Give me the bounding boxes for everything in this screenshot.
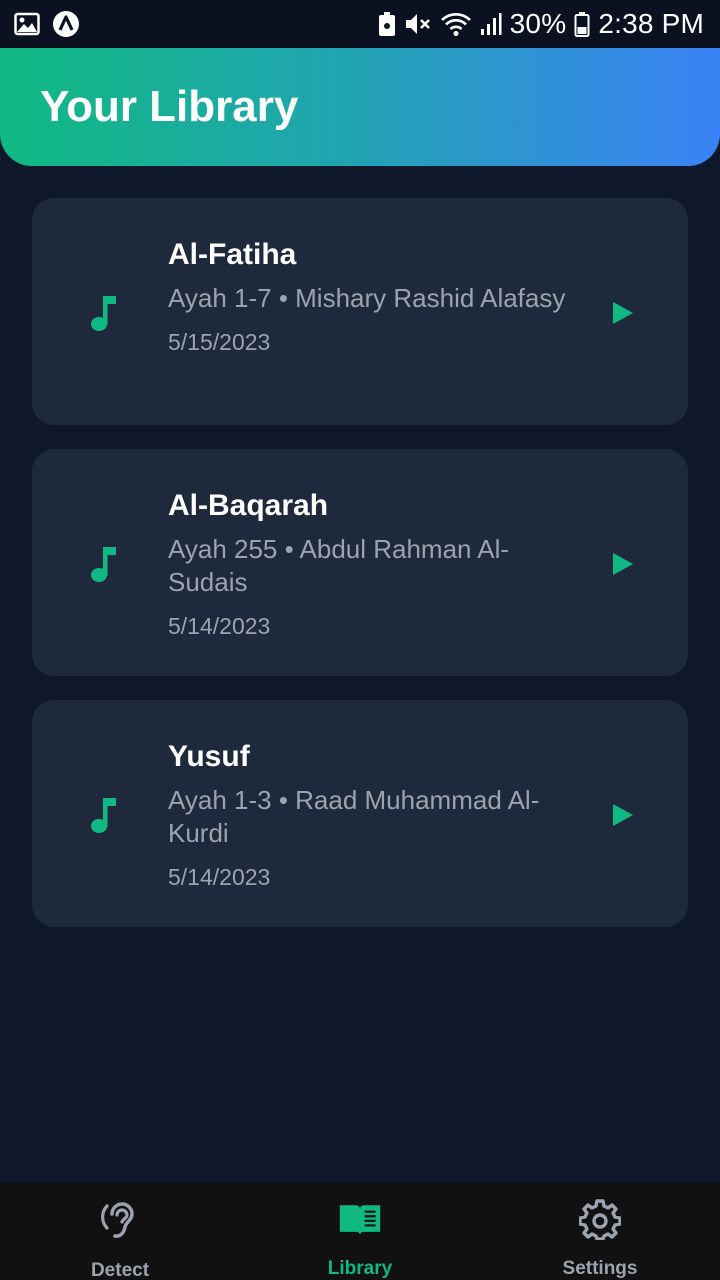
library-item[interactable]: Al-Fatiha Ayah 1-7 • Mishary Rashid Alaf… — [32, 198, 688, 425]
library-item-info: Yusuf Ayah 1-3 • Raad Muhammad Al-Kurdi … — [168, 738, 568, 892]
music-note-icon — [90, 795, 120, 835]
library-list: Al-Fatiha Ayah 1-7 • Mishary Rashid Alaf… — [32, 198, 688, 951]
book-icon — [338, 1198, 382, 1240]
bottom-nav: Detect Library Settings — [0, 1182, 720, 1280]
library-item-subtitle: Ayah 255 • Abdul Rahman Al-Sudais — [168, 534, 510, 597]
nav-label-library: Library — [327, 1258, 393, 1279]
app-a-icon — [52, 10, 80, 38]
library-item-date: 5/15/2023 — [168, 329, 271, 355]
music-note-icon — [90, 544, 120, 584]
library-item-date: 5/14/2023 — [168, 613, 271, 639]
nav-tab-settings[interactable]: Settings — [480, 1182, 720, 1280]
library-item-date: 5/14/2023 — [168, 864, 271, 890]
library-item-title: Al-Fatiha — [168, 238, 297, 271]
library-item[interactable]: Yusuf Ayah 1-3 • Raad Muhammad Al-Kurdi … — [32, 700, 688, 927]
status-bar-left — [14, 10, 80, 38]
status-time: 2:38 PM — [598, 8, 704, 39]
library-item[interactable]: Al-Baqarah Ayah 255 • Abdul Rahman Al-Su… — [32, 449, 688, 676]
image-icon — [14, 12, 40, 36]
page-title: Your Library — [40, 82, 299, 131]
nav-tab-detect[interactable]: Detect — [0, 1182, 240, 1280]
library-item-subtitle: Ayah 1-3 • Raad Muhammad Al-Kurdi — [168, 785, 540, 848]
lock-box-icon — [378, 11, 396, 37]
status-bar: 30% 2:38 PM — [0, 0, 720, 48]
music-note-icon — [90, 293, 120, 333]
battery-icon — [574, 11, 590, 37]
nav-label-detect: Detect — [90, 1260, 150, 1280]
nav-label-settings: Settings — [562, 1258, 638, 1279]
library-header: Your Library — [0, 48, 720, 166]
battery-percent: 30% — [509, 8, 567, 39]
library-item-title: Al-Baqarah — [168, 489, 329, 522]
nav-tab-library[interactable]: Library — [240, 1182, 480, 1280]
library-item-info: Al-Baqarah Ayah 255 • Abdul Rahman Al-Su… — [168, 487, 568, 641]
wifi-icon — [440, 11, 472, 37]
gear-icon — [578, 1198, 622, 1240]
library-item-info: Al-Fatiha Ayah 1-7 • Mishary Rashid Alaf… — [168, 236, 568, 357]
play-icon[interactable] — [612, 301, 634, 325]
status-bar-right: 30% 2:38 PM — [378, 8, 704, 40]
library-item-title: Yusuf — [168, 740, 250, 773]
signal-icon — [480, 12, 502, 36]
library-item-subtitle: Ayah 1-7 • Mishary Rashid Alafasy — [168, 283, 566, 313]
play-icon[interactable] — [612, 552, 634, 576]
mute-icon — [404, 11, 432, 37]
ear-icon — [98, 1198, 142, 1242]
play-icon[interactable] — [612, 803, 634, 827]
